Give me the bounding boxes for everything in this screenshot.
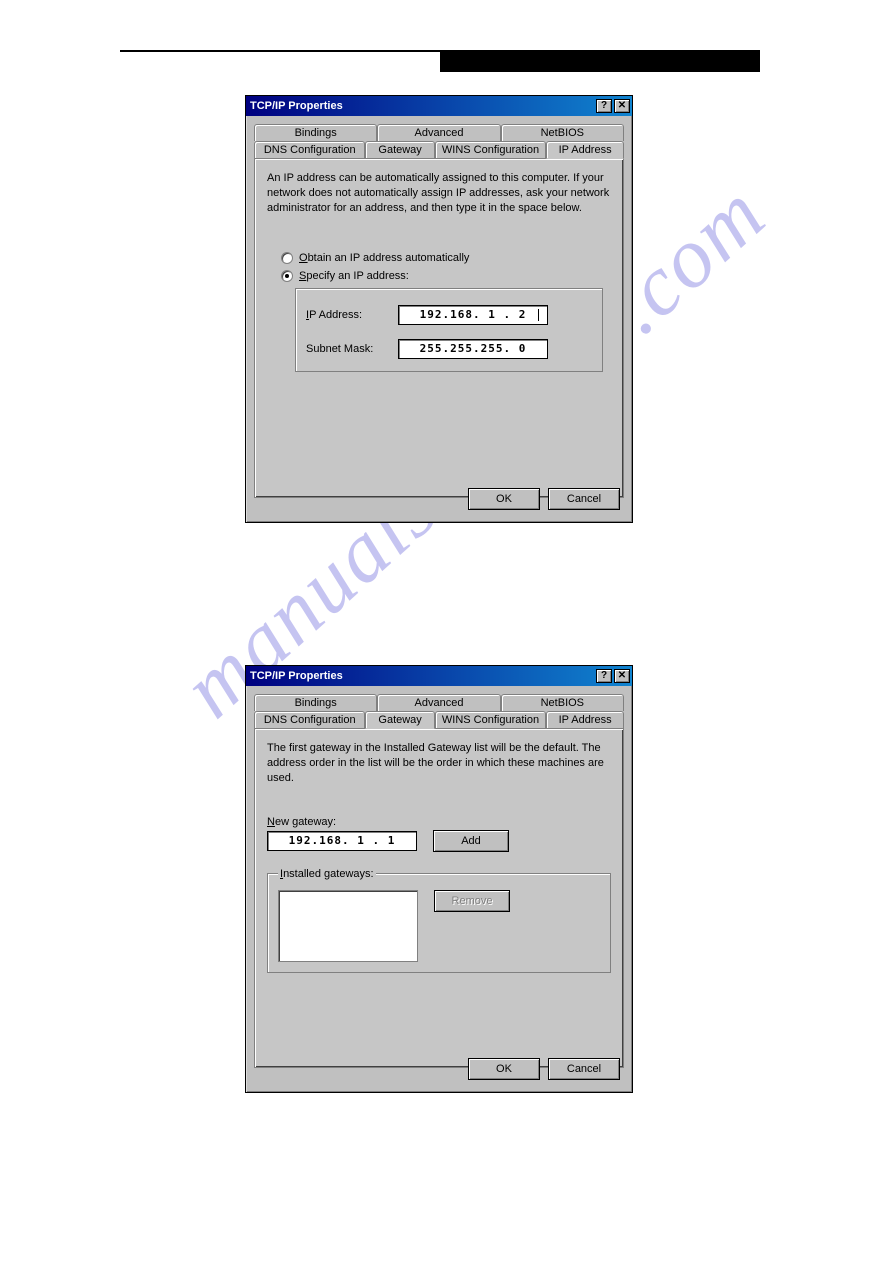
tab-ip-address[interactable]: IP Address [546, 141, 624, 159]
tab-advanced[interactable]: Advanced [377, 694, 500, 711]
tab-gateway[interactable]: Gateway [365, 141, 434, 158]
subnet-mask-label: Subnet Mask: [306, 343, 388, 355]
tab-content-ip-address: An IP address can be automatically assig… [254, 158, 624, 498]
close-button[interactable]: ✕ [614, 669, 630, 683]
help-button[interactable]: ? [596, 99, 612, 113]
radio-specify[interactable]: Specify an IP address: [281, 270, 611, 282]
ok-button[interactable]: OK [468, 1058, 540, 1080]
ok-button[interactable]: OK [468, 488, 540, 510]
installed-gateways-group: Installed gateways: Remove [267, 868, 611, 973]
tab-wins-configuration[interactable]: WINS Configuration [435, 711, 546, 728]
tab-dns-configuration[interactable]: DNS Configuration [254, 141, 365, 158]
ip-fields-group: IP Address: 192.168. 1 . 2 Subnet Mask: … [295, 288, 603, 372]
ip-address-label: IP Address: [306, 309, 388, 321]
tab-dns-configuration[interactable]: DNS Configuration [254, 711, 365, 728]
ip-description-text: An IP address can be automatically assig… [267, 171, 611, 216]
help-button[interactable]: ? [596, 669, 612, 683]
radio-icon [281, 252, 293, 264]
tab-wins-configuration[interactable]: WINS Configuration [435, 141, 546, 158]
cancel-button[interactable]: Cancel [548, 1058, 620, 1080]
ip-address-input[interactable]: 192.168. 1 . 2 [398, 305, 548, 325]
header-black-bar [440, 50, 760, 72]
tab-gateway[interactable]: Gateway [365, 711, 434, 729]
installed-gateways-listbox[interactable] [278, 890, 418, 962]
tab-netbios[interactable]: NetBIOS [501, 124, 624, 141]
radio-icon [281, 270, 293, 282]
tcpip-properties-ipaddress-dialog: TCP/IP Properties ? ✕ Bindings Advanced … [245, 95, 633, 523]
titlebar[interactable]: TCP/IP Properties ? ✕ [246, 96, 632, 116]
tab-ip-address[interactable]: IP Address [546, 711, 624, 728]
tab-bindings[interactable]: Bindings [254, 694, 377, 711]
radio-obtain-label: Obtain an IP address automatically [299, 252, 469, 264]
new-gateway-label: New gateway: [267, 816, 611, 828]
add-button[interactable]: Add [433, 830, 509, 852]
installed-gateways-label: Installed gateways: [278, 868, 376, 880]
tab-bindings[interactable]: Bindings [254, 124, 377, 141]
subnet-mask-input[interactable]: 255.255.255. 0 [398, 339, 548, 359]
cancel-button[interactable]: Cancel [548, 488, 620, 510]
titlebar[interactable]: TCP/IP Properties ? ✕ [246, 666, 632, 686]
dialog-title: TCP/IP Properties [250, 670, 343, 682]
radio-specify-label: Specify an IP address: [299, 270, 409, 282]
tab-content-gateway: The first gateway in the Installed Gatew… [254, 728, 624, 1068]
dialog-title: TCP/IP Properties [250, 100, 343, 112]
close-button[interactable]: ✕ [614, 99, 630, 113]
gateway-description-text: The first gateway in the Installed Gatew… [267, 741, 611, 786]
tcpip-properties-gateway-dialog: TCP/IP Properties ? ✕ Bindings Advanced … [245, 665, 633, 1093]
remove-button[interactable]: Remove [434, 890, 510, 912]
tab-advanced[interactable]: Advanced [377, 124, 500, 141]
new-gateway-input[interactable]: 192.168. 1 . 1 [267, 831, 417, 851]
radio-obtain-auto[interactable]: Obtain an IP address automatically [281, 252, 611, 264]
tab-netbios[interactable]: NetBIOS [501, 694, 624, 711]
